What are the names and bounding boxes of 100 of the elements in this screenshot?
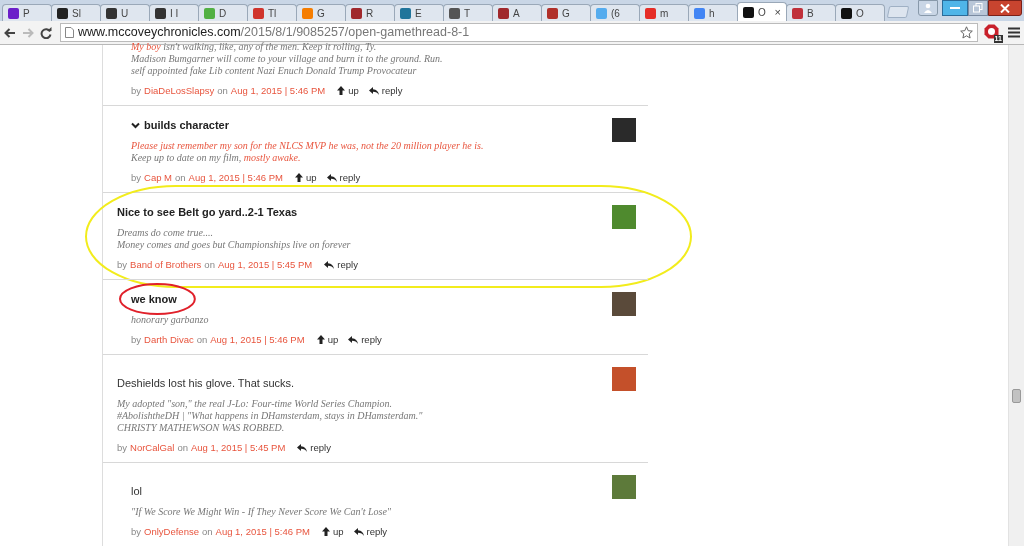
browser-tab[interactable]: D xyxy=(198,4,248,21)
signature-text: CHRISTY MATHEWSON WAS ROBBED. xyxy=(117,422,285,434)
author-link[interactable]: OnlyDefense xyxy=(144,525,199,538)
reply-link[interactable]: reply xyxy=(326,171,361,184)
upvote-link[interactable]: up xyxy=(321,525,344,538)
browser-tab[interactable]: P xyxy=(2,4,52,21)
person-icon xyxy=(923,3,933,13)
minimize-icon xyxy=(950,6,960,10)
minimize-button[interactable] xyxy=(942,0,968,16)
tab-title: T xyxy=(464,6,471,21)
back-icon[interactable] xyxy=(4,27,16,38)
signature-text: "If We Score We Might Win - If They Never Score We Can't Lose" xyxy=(131,506,392,518)
date-link[interactable]: Aug 1, 2015 | 5:45 PM xyxy=(217,258,313,271)
reply-arrow-icon xyxy=(326,173,337,182)
signature-text: Dreams do come true.... xyxy=(117,227,213,239)
reply-arrow-icon xyxy=(368,86,379,95)
browser-tab[interactable]: O × xyxy=(737,2,787,21)
maximize-button[interactable] xyxy=(968,0,988,16)
tab-close-button[interactable]: × xyxy=(774,6,781,18)
tab-title: B xyxy=(807,6,814,21)
upvote-link[interactable]: up xyxy=(295,171,317,184)
tab-title: O xyxy=(856,6,864,21)
tab-title: m xyxy=(660,6,669,21)
browser-tab[interactable]: O xyxy=(835,4,885,21)
signature-link[interactable]: Please just remember my son for the NLCS MVP he was, not the 20 million player he is. xyxy=(131,140,484,152)
browser-tab[interactable]: G xyxy=(296,4,346,21)
tab-title: h xyxy=(709,6,715,21)
browser-tab[interactable]: U xyxy=(100,4,150,21)
signature-link[interactable]: mostly awake. xyxy=(243,152,301,164)
address-bar[interactable]: www.mccoveychronicles.com/2015/8/1/9085257/open-gamethread-8-1 xyxy=(60,23,978,42)
close-button[interactable] xyxy=(988,0,1022,16)
browser-tab[interactable]: E xyxy=(394,4,444,21)
author-link[interactable]: Band of Brothers xyxy=(130,258,202,271)
browser-tab[interactable]: h xyxy=(688,4,738,21)
scrollbar[interactable] xyxy=(1008,45,1024,546)
date-link[interactable]: Aug 1, 2015 | 5:46 PM xyxy=(188,171,283,184)
signature-text: Madison Bumgarner will come to your village and burn it to the ground. Run. xyxy=(131,53,443,65)
page-icon xyxy=(65,27,74,38)
byline-text: on xyxy=(204,258,215,271)
reply-arrow-icon xyxy=(348,335,359,344)
signature-text: Keep up to date on my film, xyxy=(131,152,243,164)
byline-text: on xyxy=(175,171,186,184)
browser-tab[interactable]: A xyxy=(492,4,542,21)
url-text: www.mccoveychronicles.com/2015/8/1/9085257/open-gamethread-8-1 xyxy=(78,24,470,42)
chevron-icon[interactable] xyxy=(131,121,140,129)
bookmark-star-icon[interactable] xyxy=(960,26,973,39)
menu-icon[interactable] xyxy=(1008,27,1020,38)
reply-link[interactable]: reply xyxy=(368,84,403,97)
tab-title: Sl xyxy=(72,6,81,21)
date-link[interactable]: Aug 1, 2015 | 5:46 PM xyxy=(230,84,326,97)
tab-title: Tl xyxy=(268,6,277,21)
browser-tab[interactable]: B xyxy=(786,4,836,21)
tab-title: (6 xyxy=(611,6,620,21)
browser-tab[interactable]: Tl xyxy=(247,4,297,21)
reply-link[interactable]: reply xyxy=(353,525,388,538)
upvote-link[interactable]: up xyxy=(337,84,359,97)
author-link[interactable]: DiaDeLosSlapsy xyxy=(144,84,215,97)
browser-tab[interactable]: I I xyxy=(149,4,199,21)
signature-text: self appointed fake Lib content Nazi Enuch Donald Trump Provocateur xyxy=(131,65,417,77)
up-arrow-icon xyxy=(337,86,346,95)
tab-title: I I xyxy=(170,6,179,21)
byline-text: by xyxy=(131,171,142,184)
date-link[interactable]: Aug 1, 2015 | 5:46 PM xyxy=(210,333,305,346)
reply-arrow-icon xyxy=(297,443,308,452)
tab-title: G xyxy=(317,6,325,21)
author-link[interactable]: Darth Divac xyxy=(144,333,194,346)
date-link[interactable]: Aug 1, 2015 | 5:46 PM xyxy=(215,525,310,538)
up-arrow-icon xyxy=(295,173,303,182)
signature-text: Money comes and goes but Championships live on forever xyxy=(117,239,351,251)
tab-title: E xyxy=(415,6,422,21)
browser-tab[interactable]: R xyxy=(345,4,395,21)
reply-link[interactable]: reply xyxy=(297,441,331,454)
tab-title: P xyxy=(23,6,30,21)
byline-text: by xyxy=(131,525,142,538)
date-link[interactable]: Aug 1, 2015 | 5:45 PM xyxy=(191,441,286,454)
browser-tab[interactable]: (6 xyxy=(590,4,640,21)
tab-title: U xyxy=(121,6,129,21)
user-button[interactable] xyxy=(918,0,938,16)
reply-arrow-icon xyxy=(353,527,364,536)
author-link[interactable]: Cap M xyxy=(144,171,173,184)
upvote-link[interactable]: up xyxy=(316,333,339,346)
browser-tab[interactable]: Sl xyxy=(51,4,101,21)
comment-title: lol xyxy=(131,485,142,497)
browser-tab[interactable]: m xyxy=(639,4,689,21)
close-icon xyxy=(1000,3,1010,13)
reply-link[interactable]: reply xyxy=(348,333,382,346)
byline-text: on xyxy=(177,441,188,454)
browser-tab[interactable]: T xyxy=(443,4,493,21)
reload-icon[interactable] xyxy=(40,26,52,39)
reply-link[interactable]: reply xyxy=(324,258,358,271)
byline-text: by xyxy=(117,258,128,271)
byline-text: by xyxy=(131,333,142,346)
author-link[interactable]: NorCalGal xyxy=(130,441,175,454)
byline-text: on xyxy=(196,333,208,346)
browser-tab[interactable]: G xyxy=(541,4,591,21)
tab-title: A xyxy=(513,6,520,21)
tab-title: R xyxy=(366,6,374,21)
reply-arrow-icon xyxy=(324,260,335,269)
signature-link[interactable]: My boy xyxy=(131,41,161,53)
comment-title: Nice to see Belt go yard..2-1 Texas xyxy=(117,206,298,218)
